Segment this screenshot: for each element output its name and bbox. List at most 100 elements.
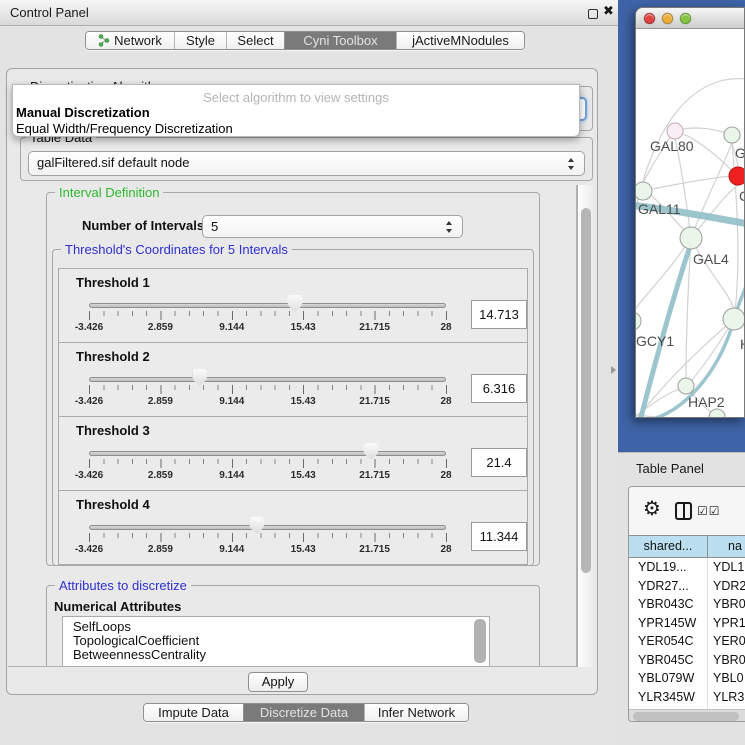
cell-name[interactable]: YDL1 [708, 558, 745, 577]
tab-jactivemnodules[interactable]: jActiveMNodules [396, 32, 524, 49]
node-label-ga-partial: GA [735, 145, 745, 161]
cell-name[interactable]: YDR2 [708, 577, 745, 596]
tab-infer-network[interactable]: Infer Network [364, 704, 468, 721]
slider-thumb[interactable] [249, 517, 264, 534]
zoom-traffic-light-icon[interactable] [680, 13, 691, 24]
table-horizontal-scrollbar[interactable] [629, 709, 745, 722]
threshold-4-slider[interactable]: -3.4262.8599.14415.4321.71528 [89, 491, 446, 566]
slider-thumb[interactable] [287, 295, 302, 312]
threshold-1-slider[interactable]: -3.4262.8599.14415.4321.71528 [89, 269, 446, 344]
network-window-titlebar[interactable] [636, 8, 744, 29]
close-traffic-light-icon[interactable] [644, 13, 655, 24]
table-data-value: galFiltered.sif default node [37, 155, 189, 170]
cell-name[interactable]: YER0 [708, 632, 745, 651]
table-data-combobox[interactable]: galFiltered.sif default node [28, 151, 585, 176]
tick-label: 2.859 [148, 470, 173, 481]
table-row[interactable]: YBR045CYBR0 [629, 651, 745, 670]
popup-option-manual-discretization[interactable]: Manual Discretization [13, 105, 579, 121]
network-graph: GAL80 GA C GAL11 GAL4 GCY1 H HAP2 [636, 29, 745, 418]
tab-discretize-data[interactable]: Discretize Data [243, 704, 364, 721]
network-view-window[interactable]: GAL80 GA C GAL11 GAL4 GCY1 H HAP2 [635, 7, 745, 418]
attribute-list-item[interactable]: BetweennessCentrality [73, 648, 489, 662]
slider-thumb[interactable] [192, 369, 207, 386]
minimize-traffic-light-icon[interactable] [662, 13, 673, 24]
node-gal4 [680, 227, 702, 249]
tab-cyni-toolbox[interactable]: Cyni Toolbox [284, 32, 396, 49]
tab-network[interactable]: Network [86, 32, 174, 49]
threshold-3-value-field[interactable]: 21.4 [471, 448, 527, 477]
settings-vertical-scrollbar[interactable] [577, 185, 594, 667]
close-icon[interactable]: ✖ [603, 4, 614, 19]
table-header-row: shared... na [629, 535, 745, 558]
slider-track[interactable] [89, 303, 446, 308]
tick-label: -3.426 [75, 544, 103, 555]
tick-label: 2.859 [148, 322, 173, 333]
table-row[interactable]: YDR27...YDR2 [629, 577, 745, 596]
threshold-1-value-field[interactable]: 14.713 [471, 300, 527, 329]
cell-shared-name[interactable]: YBL079W [629, 669, 708, 688]
tab-style[interactable]: Style [174, 32, 226, 49]
splitter-collapse-icon[interactable] [611, 366, 616, 374]
table-row[interactable]: YBL079WYBL0 [629, 669, 745, 688]
cell-shared-name[interactable]: YBR045C [629, 651, 708, 670]
threshold-3-slider[interactable]: -3.4262.8599.14415.4321.71528 [89, 417, 446, 492]
cell-shared-name[interactable]: YPR145W [629, 614, 708, 633]
select-columns-icon[interactable]: ☑☑ [697, 504, 721, 518]
table-row[interactable]: YPR145WYPR1 [629, 614, 745, 633]
cell-name[interactable]: YPR1 [708, 614, 745, 633]
cell-shared-name[interactable]: YLR345W [629, 688, 708, 707]
attribute-list-item[interactable]: TopologicalCoefficient [73, 634, 489, 648]
attributes-list-scrollbar[interactable] [474, 619, 486, 663]
cell-shared-name[interactable]: YER054C [629, 632, 708, 651]
network-canvas[interactable]: GAL80 GA C GAL11 GAL4 GCY1 H HAP2 [636, 29, 745, 418]
tick-label: 2.859 [148, 544, 173, 555]
column-header-shared-name[interactable]: shared... [629, 536, 708, 557]
column-layout-icon[interactable] [675, 502, 692, 520]
cell-shared-name[interactable]: YBR043C [629, 595, 708, 614]
node-label-gal80: GAL80 [650, 138, 694, 154]
slider-track[interactable] [89, 525, 446, 530]
interval-definition-title: Interval Definition [55, 185, 163, 200]
slider-track[interactable] [89, 451, 446, 456]
threshold-2-value-field[interactable]: 6.316 [471, 374, 527, 403]
float-window-icon[interactable] [588, 9, 598, 19]
tick-label: 28 [440, 544, 451, 555]
tab-impute-data[interactable]: Impute Data [144, 704, 243, 721]
cell-name[interactable]: YBR0 [708, 595, 745, 614]
threshold-2-slider[interactable]: -3.4262.8599.14415.4321.71528 [89, 343, 446, 418]
table-row[interactable]: YDL19...YDL1 [629, 558, 745, 577]
popup-option-equal-width[interactable]: Equal Width/Frequency Discretization [13, 121, 579, 137]
cell-shared-name[interactable]: YDL19... [629, 558, 708, 577]
threshold-3-panel: Threshold 3 -3.4262.8599.14415.4321.7152… [58, 416, 528, 491]
node-gcy1 [636, 312, 641, 330]
cell-shared-name[interactable]: YDR27... [629, 577, 708, 596]
table-panel-title: Table Panel [636, 461, 704, 476]
slider-thumb[interactable] [364, 443, 379, 460]
slider-track[interactable] [89, 377, 446, 382]
apply-button[interactable]: Apply [248, 672, 308, 692]
number-of-intervals-combobox[interactable]: 5 [202, 215, 463, 238]
slider-major-ticks [89, 533, 447, 542]
numerical-attributes-list[interactable]: SelfLoopsTopologicalCoefficientBetweenne… [62, 616, 490, 667]
node-h [723, 308, 745, 330]
scrollbar-thumb[interactable] [633, 712, 739, 721]
numerical-attributes-label: Numerical Attributes [54, 599, 181, 614]
node-label-gal11: GAL11 [638, 201, 681, 217]
cell-name[interactable]: YBR0 [708, 651, 745, 670]
tab-select[interactable]: Select [226, 32, 284, 49]
table-rows: YDL19...YDL1YDR27...YDR2YBR043CYBR0YPR14… [629, 558, 745, 709]
scrollbar-thumb[interactable] [581, 208, 591, 573]
table-row[interactable]: YER054CYER0 [629, 632, 745, 651]
attribute-list-item[interactable]: SelfLoops [73, 620, 489, 634]
table-row[interactable]: YLR345WYLR3 [629, 688, 745, 707]
panel-title: Control Panel [10, 5, 89, 20]
cell-name[interactable]: YLR3 [708, 688, 745, 707]
threshold-4-value-field[interactable]: 11.344 [471, 522, 527, 551]
cell-name[interactable]: YBL0 [708, 669, 745, 688]
tab-select-label: Select [237, 32, 273, 49]
tick-label: 15.43 [291, 544, 316, 555]
table-row[interactable]: YBR043CYBR0 [629, 595, 745, 614]
tab-network-label: Network [114, 32, 162, 49]
gear-icon[interactable]: ⚙ [643, 496, 661, 520]
column-header-name[interactable]: na [708, 536, 745, 557]
